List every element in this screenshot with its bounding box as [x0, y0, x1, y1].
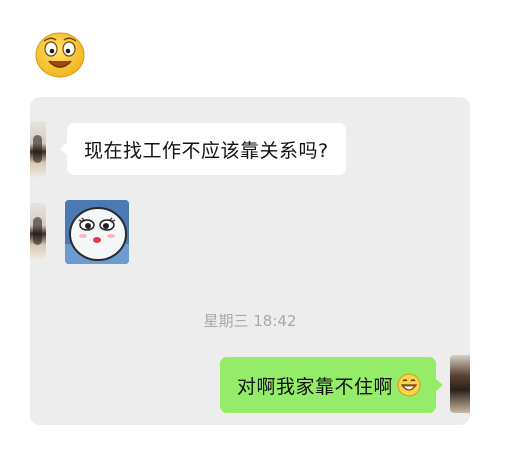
message-text: 对啊我家靠不住啊: [236, 375, 393, 398]
smiling-face-emoji-icon: [34, 30, 86, 78]
outgoing-message-bubble[interactable]: 对啊我家靠不住啊: [219, 357, 444, 413]
my-avatar[interactable]: [450, 355, 470, 413]
contact-avatar[interactable]: [30, 203, 46, 259]
grinning-face-emoji-icon: [397, 373, 421, 397]
message-timestamp: 星期三 18:42: [203, 312, 297, 330]
cute-ghost-sticker-icon[interactable]: [65, 200, 129, 264]
chat-conversation-panel: 现在找工作不应该靠关系吗? 星期三 18:42 对啊我家靠不住啊: [30, 97, 470, 425]
contact-avatar[interactable]: [30, 121, 46, 177]
message-text: 现在找工作不应该靠关系吗?: [84, 139, 329, 162]
incoming-message-bubble[interactable]: 现在找工作不应该靠关系吗?: [60, 123, 346, 175]
